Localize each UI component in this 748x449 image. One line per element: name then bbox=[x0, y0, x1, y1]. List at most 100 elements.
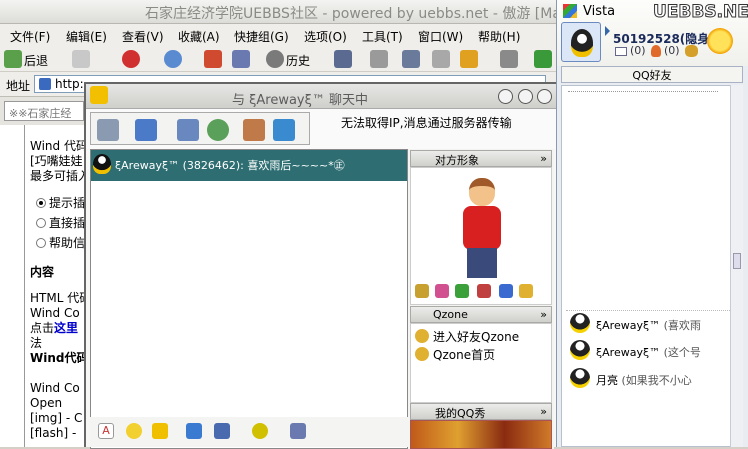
vista-label: Vista bbox=[583, 4, 616, 19]
history-icon[interactable] bbox=[266, 50, 284, 68]
avatar-head bbox=[469, 178, 495, 206]
chat-title-bar[interactable]: 与 ξArewayξ™ 聊天中 bbox=[86, 84, 556, 109]
qq-friends-tab[interactable]: QQ好友 bbox=[561, 66, 743, 83]
qq-contact-list: ξArewayξ™ (喜欢雨 ξArewayξ™ (这个号 月亮 (如果我不小心 bbox=[561, 85, 742, 447]
chat-contact-row[interactable]: ξArewayξ™ (3826462): 喜欢雨后~~~~*㊣ bbox=[91, 150, 407, 181]
user-avatar[interactable] bbox=[561, 22, 601, 62]
menu-favorites[interactable]: 收藏(A) bbox=[178, 28, 220, 45]
friend-icon[interactable] bbox=[651, 45, 661, 57]
mail-icon[interactable] bbox=[615, 47, 627, 56]
option-help[interactable]: 帮助信 bbox=[36, 233, 85, 253]
page-text-line: 点击这里 bbox=[30, 321, 79, 335]
window-icon[interactable] bbox=[402, 50, 420, 68]
menu-groups[interactable]: 快捷组(G) bbox=[234, 28, 289, 45]
undo-icon[interactable] bbox=[460, 50, 478, 68]
emoticon-icon[interactable] bbox=[126, 423, 142, 439]
menu-window[interactable]: 窗口(W) bbox=[418, 28, 463, 45]
penguin-icon bbox=[93, 154, 111, 174]
radio-button-checked[interactable] bbox=[36, 198, 46, 208]
qq-list-scrollbar[interactable] bbox=[730, 85, 743, 447]
favorites-icon[interactable] bbox=[232, 50, 250, 68]
chevron-right-icon[interactable]: » bbox=[540, 308, 547, 321]
contact-item[interactable]: 月亮 (如果我不小心 bbox=[566, 366, 742, 390]
wallet-icon[interactable] bbox=[685, 45, 698, 57]
qzone-home-link[interactable]: Qzone首页 bbox=[415, 346, 495, 363]
screenshot-icon[interactable] bbox=[214, 423, 230, 439]
qqshow-preview[interactable] bbox=[410, 420, 552, 449]
video-call-icon[interactable] bbox=[97, 119, 119, 141]
gift-icon[interactable] bbox=[435, 284, 449, 298]
camera-icon[interactable] bbox=[477, 284, 491, 298]
phone-icon[interactable] bbox=[177, 119, 199, 141]
tab-page[interactable]: ※※石家庄经 bbox=[4, 101, 84, 121]
share-icon[interactable] bbox=[499, 284, 513, 298]
refresh-icon[interactable] bbox=[455, 284, 469, 298]
radio-button[interactable] bbox=[36, 218, 46, 228]
qzone-friend-link[interactable]: 进入好友Qzone bbox=[415, 328, 519, 345]
qq-main-panel: Vista UEBBS.NET 50192528(隐身) (0) (0) QQ好… bbox=[556, 0, 748, 447]
maximize-button[interactable] bbox=[518, 89, 533, 104]
back-arrow-icon[interactable] bbox=[4, 50, 22, 68]
radio-button[interactable] bbox=[36, 238, 46, 248]
magic-emoticon-icon[interactable] bbox=[152, 423, 168, 439]
chevron-right-icon[interactable]: » bbox=[540, 152, 547, 165]
click-here-link[interactable]: 这里 bbox=[54, 321, 78, 335]
page-text-line: Wind 代码 bbox=[30, 139, 88, 153]
menu-file[interactable]: 文件(F) bbox=[10, 28, 50, 45]
menu-view[interactable]: 查看(V) bbox=[122, 28, 164, 45]
back-button[interactable]: 后退 bbox=[24, 52, 48, 69]
contact-item[interactable]: ξArewayξ™ (这个号 bbox=[566, 338, 742, 362]
minimize-button[interactable] bbox=[498, 89, 513, 104]
font-icon[interactable]: A bbox=[98, 423, 114, 439]
chevron-right-icon[interactable]: » bbox=[540, 405, 547, 418]
option-hint[interactable]: 提示插 bbox=[36, 193, 85, 213]
chat-notice: 无法取得IP,消息通过服务器传输 bbox=[341, 116, 512, 130]
filter-icon[interactable] bbox=[370, 50, 388, 68]
wardrobe-icon[interactable] bbox=[415, 284, 429, 298]
image-icon[interactable] bbox=[186, 423, 202, 439]
crown-icon[interactable] bbox=[519, 284, 533, 298]
forward-arrow-icon[interactable] bbox=[72, 50, 90, 68]
tools-icon[interactable] bbox=[500, 50, 518, 68]
music-icon[interactable] bbox=[290, 423, 306, 439]
qzone-icon bbox=[415, 347, 429, 361]
qzone-links: 进入好友Qzone Qzone首页 bbox=[410, 323, 552, 403]
refresh-icon[interactable] bbox=[164, 50, 182, 68]
invite-friends-icon[interactable] bbox=[243, 119, 265, 141]
option-direct[interactable]: 直接插 bbox=[36, 213, 85, 233]
page-left-border bbox=[24, 125, 25, 447]
remote-assist-icon[interactable] bbox=[273, 119, 295, 141]
section-avatar-header[interactable]: 对方形象» bbox=[410, 150, 552, 167]
menu-edit[interactable]: 编辑(E) bbox=[66, 28, 107, 45]
sticker-icon[interactable] bbox=[252, 423, 268, 439]
up-arrow-icon[interactable] bbox=[534, 50, 552, 68]
page-text-line: Open bbox=[30, 396, 63, 410]
content-heading: 内容 bbox=[30, 265, 55, 279]
input-toolbar: A bbox=[90, 417, 408, 447]
avatar-shirt bbox=[463, 206, 501, 250]
page-text-line: HTML 代码 bbox=[30, 291, 92, 305]
scrollbar-thumb[interactable] bbox=[733, 253, 741, 269]
close-button[interactable] bbox=[537, 89, 552, 104]
history-button[interactable]: 历史 bbox=[286, 52, 310, 69]
browser-menu-bar: 文件(F) 编辑(E) 查看(V) 收藏(A) 快捷组(G) 选项(O) 工具(… bbox=[0, 24, 556, 46]
contact-item[interactable]: ξArewayξ™ (喜欢雨 bbox=[566, 310, 742, 334]
menu-tools[interactable]: 工具(T) bbox=[362, 28, 403, 45]
friend-count: (0) bbox=[664, 44, 680, 57]
apps-icon[interactable] bbox=[207, 119, 229, 141]
windows-flag-icon bbox=[563, 4, 577, 18]
chat-history-area[interactable]: ξArewayξ™ (3826462): 喜欢雨后~~~~*㊣ bbox=[90, 149, 408, 449]
menu-help[interactable]: 帮助(H) bbox=[478, 28, 520, 45]
menu-options[interactable]: 选项(O) bbox=[304, 28, 347, 45]
page-icon[interactable] bbox=[432, 50, 450, 68]
screen-icon[interactable] bbox=[334, 50, 352, 68]
avatar-tool-row bbox=[415, 284, 549, 300]
address-value: http: bbox=[55, 77, 84, 91]
stop-icon[interactable] bbox=[122, 50, 140, 68]
page-text-line: [巧嘴娃娃 bbox=[30, 154, 83, 168]
section-qzone-header[interactable]: Qzone» bbox=[410, 306, 552, 323]
section-qqshow-header[interactable]: 我的QQ秀» bbox=[410, 403, 552, 420]
status-arrow-icon[interactable] bbox=[605, 26, 610, 36]
home-icon[interactable] bbox=[204, 50, 222, 68]
send-file-icon[interactable] bbox=[135, 119, 157, 141]
